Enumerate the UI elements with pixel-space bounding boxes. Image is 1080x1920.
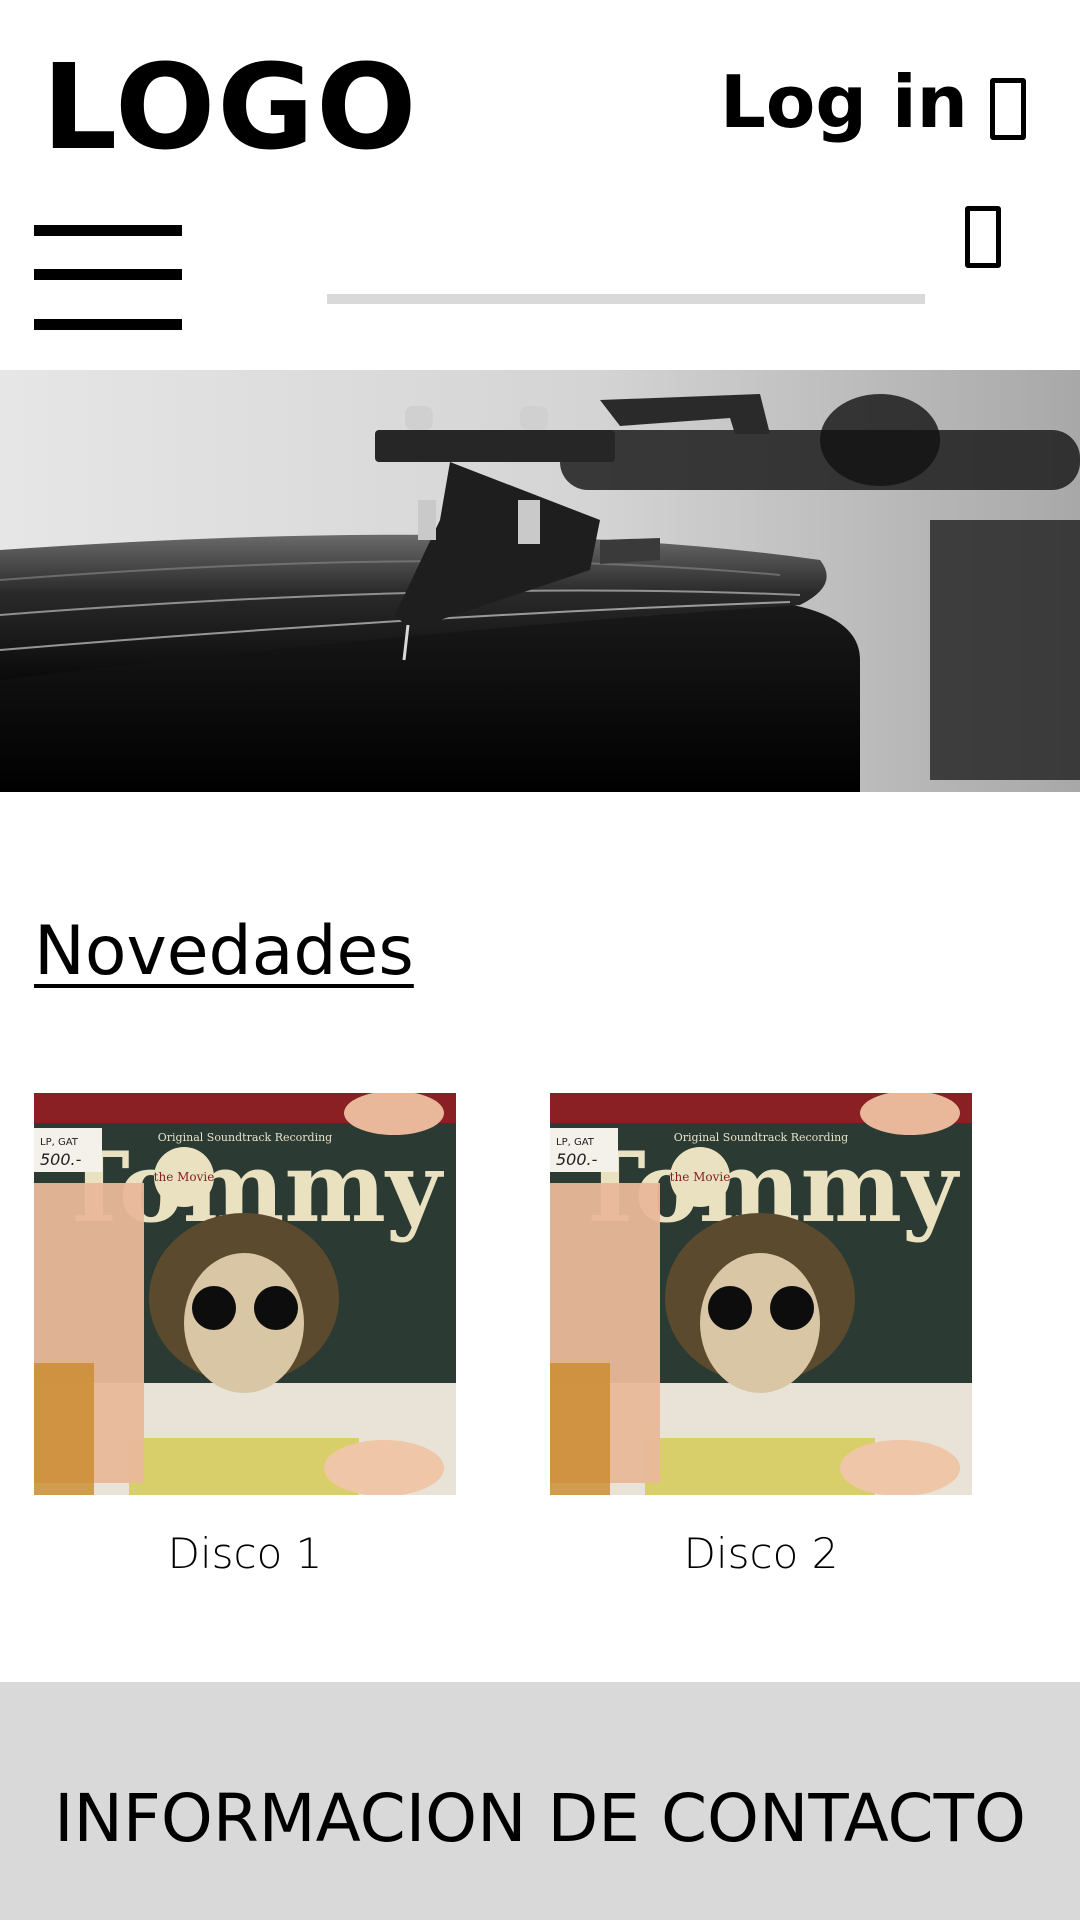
site-footer: INFORMACION DE CONTACTO bbox=[0, 1682, 1080, 1920]
hero-turntable-image bbox=[0, 370, 1080, 792]
product-card[interactable]: Original Soundtrack Recording Tommy the … bbox=[550, 1093, 972, 1575]
album-cover-image: Original Soundtrack Recording Tommy the … bbox=[34, 1093, 456, 1495]
product-card[interactable]: Original Soundtrack Recording Tommy the … bbox=[34, 1093, 456, 1575]
price-tag-text: 500.- bbox=[556, 1150, 598, 1169]
sticker-text: LP, GAT bbox=[40, 1137, 79, 1148]
cover-subtitle-text: the Movie bbox=[670, 1170, 731, 1184]
album-cover-image: Original Soundtrack Recording Tommy the … bbox=[550, 1093, 972, 1495]
page: LOGO Log in Novedades Original Soundtrac… bbox=[0, 0, 1080, 1920]
search-input[interactable] bbox=[327, 258, 925, 304]
hamburger-menu-icon[interactable] bbox=[34, 222, 182, 332]
sticker-text: LP, GAT bbox=[556, 1137, 595, 1148]
logo[interactable]: LOGO bbox=[42, 48, 418, 166]
hamburger-line bbox=[34, 319, 182, 330]
product-label[interactable]: Disco 2 bbox=[550, 1533, 972, 1575]
cover-subtitle-text: the Movie bbox=[154, 1170, 215, 1184]
login-link[interactable]: Log in bbox=[720, 66, 968, 138]
user-icon[interactable] bbox=[990, 78, 1026, 140]
site-header: LOGO Log in bbox=[0, 0, 1080, 370]
footer-title: INFORMACION DE CONTACTO bbox=[54, 1780, 1026, 1857]
section-title-novedades[interactable]: Novedades bbox=[34, 918, 414, 986]
hero-banner bbox=[0, 370, 1080, 792]
price-tag-text: 500.- bbox=[40, 1150, 82, 1169]
hamburger-line bbox=[34, 225, 182, 236]
product-label[interactable]: Disco 1 bbox=[34, 1533, 456, 1575]
cart-icon[interactable] bbox=[965, 206, 1001, 268]
hamburger-line bbox=[34, 269, 182, 280]
